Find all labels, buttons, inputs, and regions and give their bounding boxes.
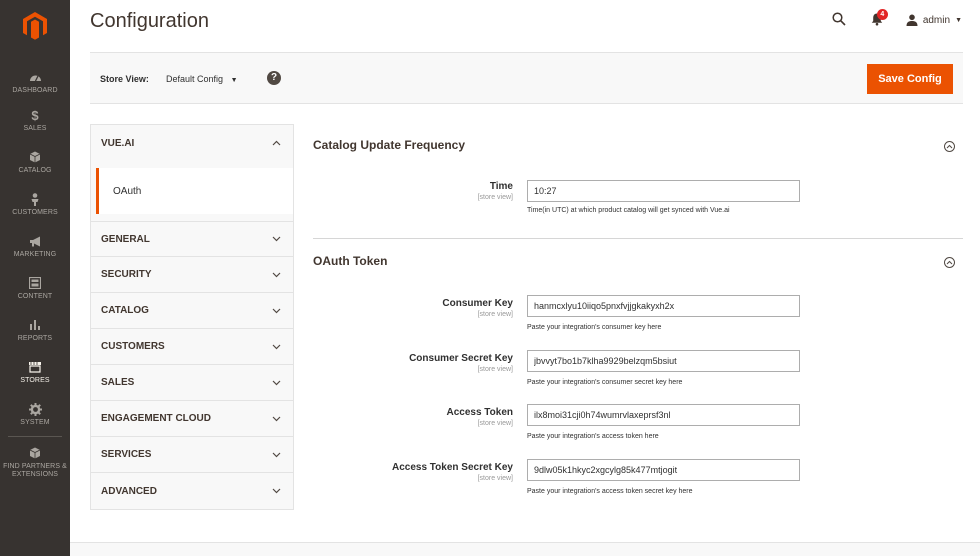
tab-label: CATALOG [101, 305, 149, 316]
dashboard-icon [28, 70, 42, 84]
magento-logo[interactable] [0, 0, 70, 52]
store-view-value: Default Config [166, 74, 224, 84]
scope-label: [store view] [477, 366, 513, 373]
page-footer [70, 542, 980, 556]
tab-label: ENGAGEMENT CLOUD [101, 413, 211, 424]
chevron-down-icon [272, 234, 281, 244]
chevron-down-icon: ▼ [955, 16, 962, 24]
page-title: Configuration [90, 10, 209, 32]
tab-label: ADVANCED [101, 485, 157, 497]
tab-label: GENERAL [101, 233, 150, 245]
access-token-secret-label: Access Token Secret Key [392, 462, 513, 473]
tab-engagement-cloud[interactable]: ENGAGEMENT CLOUD [91, 401, 293, 437]
caret-down-icon: ▼ [230, 77, 238, 84]
store-view-bar: Store View: Default Config ▼ ? Save Conf… [90, 52, 963, 104]
tab-general[interactable]: GENERAL [91, 221, 293, 257]
tab-label: SERVICES [101, 449, 152, 460]
bar-chart-icon [28, 318, 42, 332]
access-token-input[interactable] [527, 404, 800, 426]
nav-marketing[interactable]: MARKETING [0, 230, 70, 272]
save-config-button[interactable]: Save Config [867, 64, 953, 94]
chevron-down-icon [272, 342, 281, 352]
user-icon [906, 14, 918, 26]
oauth-token-section: OAuth Token Consumer Key [store view] Pa… [313, 254, 963, 504]
tab-label: SECURITY [101, 269, 152, 280]
tab-vue-ai[interactable]: VUE.AI [91, 125, 293, 161]
admin-username: admin [922, 14, 951, 26]
consumer-secret-input[interactable] [527, 350, 800, 372]
tab-security[interactable]: SECURITY [91, 257, 293, 293]
tab-item-oauth[interactable]: OAuth [96, 168, 293, 214]
tab-label: CUSTOMERS [101, 341, 165, 352]
chevron-down-icon [272, 450, 281, 460]
consumer-key-label: Consumer Key [442, 298, 513, 309]
nav-divider [8, 436, 62, 437]
config-tabs: VUE.AI OAuth GENERAL SECURITY CATALOG CU… [90, 124, 294, 510]
nav-dashboard[interactable]: DASHBOARD [0, 66, 70, 108]
nav-stores[interactable]: STORES [0, 356, 70, 398]
field-note: Paste your integration's consumer key he… [527, 324, 662, 331]
store-view-switcher[interactable]: Default Config ▼ [166, 74, 238, 84]
megaphone-icon [28, 234, 42, 248]
search-icon[interactable] [832, 11, 846, 29]
admin-user-menu[interactable]: admin ▼ [906, 14, 962, 26]
store-view-label: Store View: [100, 74, 149, 84]
field-note: Time(in UTC) at which product catalog wi… [527, 207, 730, 214]
chevron-down-icon [272, 486, 281, 496]
nav-find-partners[interactable]: FIND PARTNERS & EXTENSIONS [0, 442, 70, 486]
layout-icon [28, 276, 42, 290]
time-label: Time [489, 181, 513, 192]
gear-icon [28, 402, 42, 416]
tab-advanced[interactable]: ADVANCED [91, 473, 293, 509]
tab-label: VUE.AI [101, 137, 135, 149]
cube-icon [28, 150, 42, 164]
catalog-update-section: Catalog Update Frequency Time [store vie… [313, 138, 963, 238]
nav-catalog[interactable]: CATALOG [0, 146, 70, 188]
admin-sidebar: DASHBOARD $ SALES CATALOG CUSTOMERS MARK… [0, 0, 70, 556]
person-icon [28, 192, 42, 206]
chevron-up-icon [272, 138, 281, 148]
notifications-button[interactable]: 4 [870, 9, 888, 28]
magento-logo-icon [23, 12, 47, 40]
scope-label: [store view] [477, 420, 513, 427]
tab-label: SALES [101, 377, 135, 388]
chevron-down-icon [272, 306, 281, 316]
field-note: Paste your integration's access token he… [527, 433, 659, 440]
collapse-icon[interactable] [944, 141, 955, 152]
tab-sales[interactable]: SALES [91, 365, 293, 401]
store-icon [28, 360, 42, 374]
scope-label: [store view] [477, 475, 513, 482]
collapse-icon[interactable] [944, 257, 955, 268]
consumer-secret-label: Consumer Secret Key [409, 353, 513, 364]
dollar-icon: $ [31, 107, 39, 123]
notification-badge: 4 [876, 9, 888, 20]
field-note: Paste your integration's access token se… [527, 488, 693, 495]
tab-catalog[interactable]: CATALOG [91, 293, 293, 329]
chevron-down-icon [272, 270, 281, 280]
scope-label: [store view] [477, 311, 513, 318]
tab-customers[interactable]: CUSTOMERS [91, 329, 293, 365]
field-note: Paste your integration's consumer secret… [527, 379, 683, 386]
help-icon[interactable]: ? [267, 71, 281, 85]
consumer-key-input[interactable] [527, 295, 800, 317]
nav-content[interactable]: CONTENT [0, 272, 70, 314]
nav-customers[interactable]: CUSTOMERS [0, 188, 70, 230]
nav-reports[interactable]: REPORTS [0, 314, 70, 356]
box-icon [28, 446, 42, 460]
nav-system[interactable]: SYSTEM [0, 398, 70, 440]
access-token-secret-input[interactable] [527, 459, 800, 481]
section-title[interactable]: Catalog Update Frequency [313, 138, 963, 152]
time-input[interactable] [527, 180, 800, 202]
header-actions: 4 admin ▼ [832, 9, 962, 30]
nav-sales[interactable]: $ SALES [0, 104, 70, 146]
access-token-label: Access Token [446, 407, 513, 418]
chevron-down-icon [272, 378, 281, 388]
tab-services[interactable]: SERVICES [91, 437, 293, 473]
chevron-down-icon [272, 414, 281, 424]
scope-label: [store view] [477, 194, 513, 201]
section-title[interactable]: OAuth Token [313, 254, 963, 268]
section-divider [313, 238, 963, 239]
